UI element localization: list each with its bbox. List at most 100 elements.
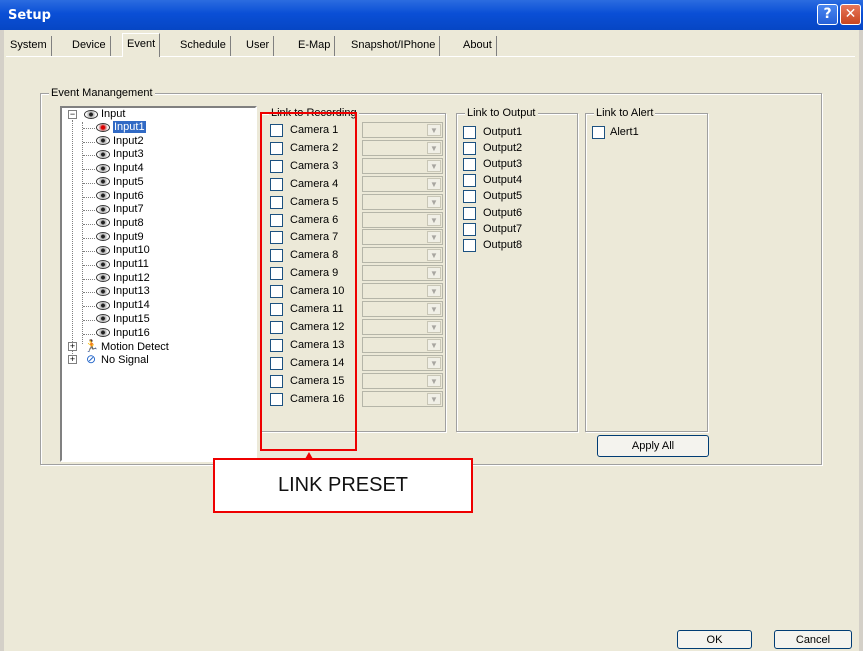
output-label: Output6 xyxy=(483,206,523,219)
camera-preset-select[interactable]: ▼ xyxy=(362,283,443,300)
camera-preset-select[interactable]: ▼ xyxy=(362,247,443,264)
tab-emap[interactable]: E-Map xyxy=(294,36,336,56)
tree-item-label: Input14 xyxy=(113,299,150,312)
camera-preset-select[interactable]: ▼ xyxy=(362,229,443,246)
camera-preset-select[interactable]: ▼ xyxy=(362,139,443,156)
eye-icon xyxy=(96,259,110,269)
output-checkbox[interactable] xyxy=(463,190,476,204)
event-management-label: Event Manangement xyxy=(49,87,155,99)
tab-about[interactable]: About xyxy=(459,36,497,56)
output-checkbox[interactable] xyxy=(463,206,476,220)
camera-preset-select[interactable]: ▼ xyxy=(362,372,443,389)
expand-nosignal-toggle[interactable]: + xyxy=(68,355,77,364)
tree-item-input[interactable]: Input14 xyxy=(96,299,150,312)
camera-preset-select[interactable]: ▼ xyxy=(362,193,443,210)
tree-item-no-signal[interactable]: ⊘ No Signal xyxy=(84,353,149,367)
tree-item-input[interactable]: Input xyxy=(84,108,125,121)
eye-icon xyxy=(96,328,110,338)
tab-event[interactable]: Event xyxy=(122,33,161,57)
event-tree[interactable]: − Input Input1 Input2 Input3 Input4 Input5 In… xyxy=(60,106,257,462)
tree-item-label: Input9 xyxy=(113,230,144,243)
tab-bar: System Device Event Schedule User E-Map … xyxy=(4,30,859,57)
chevron-down-icon[interactable]: ▼ xyxy=(427,374,441,387)
chevron-down-icon[interactable]: ▼ xyxy=(427,338,441,351)
tab-schedule[interactable]: Schedule xyxy=(176,36,231,56)
camera-preset-select[interactable]: ▼ xyxy=(362,122,443,138)
output-checkbox[interactable] xyxy=(463,142,476,156)
cancel-button[interactable]: Cancel xyxy=(774,630,852,649)
expand-motion-toggle[interactable]: + xyxy=(68,342,77,351)
tab-snapshot-iphone[interactable]: Snapshot/IPhone xyxy=(347,36,441,56)
tree-item-input[interactable]: Input9 xyxy=(96,231,144,244)
tree-item-label: Input xyxy=(101,108,126,120)
chevron-down-icon[interactable]: ▼ xyxy=(427,303,441,315)
tree-item-label: Input4 xyxy=(113,162,144,175)
tab-device[interactable]: Device xyxy=(68,36,111,56)
tree-item-input[interactable]: Input6 xyxy=(96,190,144,203)
tree-item-input[interactable]: Input10 xyxy=(96,244,150,257)
alert1-checkbox[interactable] xyxy=(592,126,605,139)
tab-user[interactable]: User xyxy=(242,36,275,56)
output-checkbox[interactable] xyxy=(463,222,476,236)
output-checkbox[interactable] xyxy=(463,126,476,139)
output-checkbox[interactable] xyxy=(463,158,476,172)
camera-preset-select[interactable]: ▼ xyxy=(362,336,443,353)
ok-button[interactable]: OK xyxy=(677,630,752,649)
tree-item-input[interactable]: Input4 xyxy=(96,162,144,175)
tree-item-input[interactable]: Input12 xyxy=(96,272,150,285)
help-button[interactable]: ? xyxy=(817,4,838,25)
output-label: Output2 xyxy=(483,142,523,155)
tree-item-motion-detect[interactable]: 🏃 Motion Detect xyxy=(84,340,169,354)
close-button[interactable]: ✕ xyxy=(840,4,861,25)
camera-preset-select[interactable]: ▼ xyxy=(362,157,443,174)
chevron-down-icon[interactable]: ▼ xyxy=(427,392,441,405)
camera-preset-select[interactable]: ▼ xyxy=(362,265,443,282)
apply-all-button[interactable]: Apply All xyxy=(597,435,709,457)
eye-icon xyxy=(96,149,110,159)
collapse-input-toggle[interactable]: − xyxy=(68,110,77,119)
chevron-down-icon[interactable]: ▼ xyxy=(427,320,441,333)
chevron-down-icon[interactable]: ▼ xyxy=(427,249,441,262)
chevron-down-icon[interactable]: ▼ xyxy=(427,141,441,154)
tree-item-input[interactable]: Input2 xyxy=(96,135,144,148)
tree-connector xyxy=(83,278,95,280)
tree-connector xyxy=(83,196,95,198)
eye-icon xyxy=(96,218,110,228)
tree-item-input[interactable]: Input7 xyxy=(96,203,144,216)
tree-item-input[interactable]: Input3 xyxy=(96,148,144,161)
tree-item-input[interactable]: Input1 xyxy=(96,121,146,134)
tree-connector xyxy=(83,141,95,143)
camera-preset-select[interactable]: ▼ xyxy=(362,211,443,228)
tab-system[interactable]: System xyxy=(6,36,52,56)
tree-connector-root xyxy=(72,120,73,356)
chevron-down-icon[interactable]: ▼ xyxy=(427,231,441,244)
chevron-down-icon[interactable]: ▼ xyxy=(427,195,441,208)
camera-preset-select[interactable]: ▼ xyxy=(362,318,443,335)
tree-item-input[interactable]: Input11 xyxy=(96,258,149,271)
eye-icon xyxy=(84,109,98,119)
chevron-down-icon[interactable]: ▼ xyxy=(427,356,441,369)
output-label: Output8 xyxy=(483,238,523,251)
tree-item-label: Input2 xyxy=(113,134,144,147)
tree-item-label: Input6 xyxy=(113,189,144,202)
camera-preset-select[interactable]: ▼ xyxy=(362,301,443,317)
chevron-down-icon[interactable]: ▼ xyxy=(427,124,441,136)
chevron-down-icon[interactable]: ▼ xyxy=(427,267,441,280)
camera-preset-select[interactable]: ▼ xyxy=(362,390,443,407)
chevron-down-icon[interactable]: ▼ xyxy=(427,159,441,172)
camera-preset-select[interactable]: ▼ xyxy=(362,175,443,192)
tree-connector xyxy=(83,182,95,184)
chevron-down-icon[interactable]: ▼ xyxy=(427,285,441,298)
tree-item-input[interactable]: Input5 xyxy=(96,176,144,189)
tree-item-input[interactable]: Input13 xyxy=(96,285,150,298)
chevron-down-icon[interactable]: ▼ xyxy=(427,213,441,226)
output-checkbox[interactable] xyxy=(463,174,476,188)
tree-item-input[interactable]: Input15 xyxy=(96,313,150,326)
camera-preset-select[interactable]: ▼ xyxy=(362,354,443,371)
tree-item-input[interactable]: Input16 xyxy=(96,327,150,340)
chevron-down-icon[interactable]: ▼ xyxy=(427,177,441,190)
output-checkbox[interactable] xyxy=(463,238,476,252)
tree-connector xyxy=(83,251,95,253)
tree-item-input[interactable]: Input8 xyxy=(96,217,144,230)
output-label: Output1 xyxy=(483,126,523,138)
